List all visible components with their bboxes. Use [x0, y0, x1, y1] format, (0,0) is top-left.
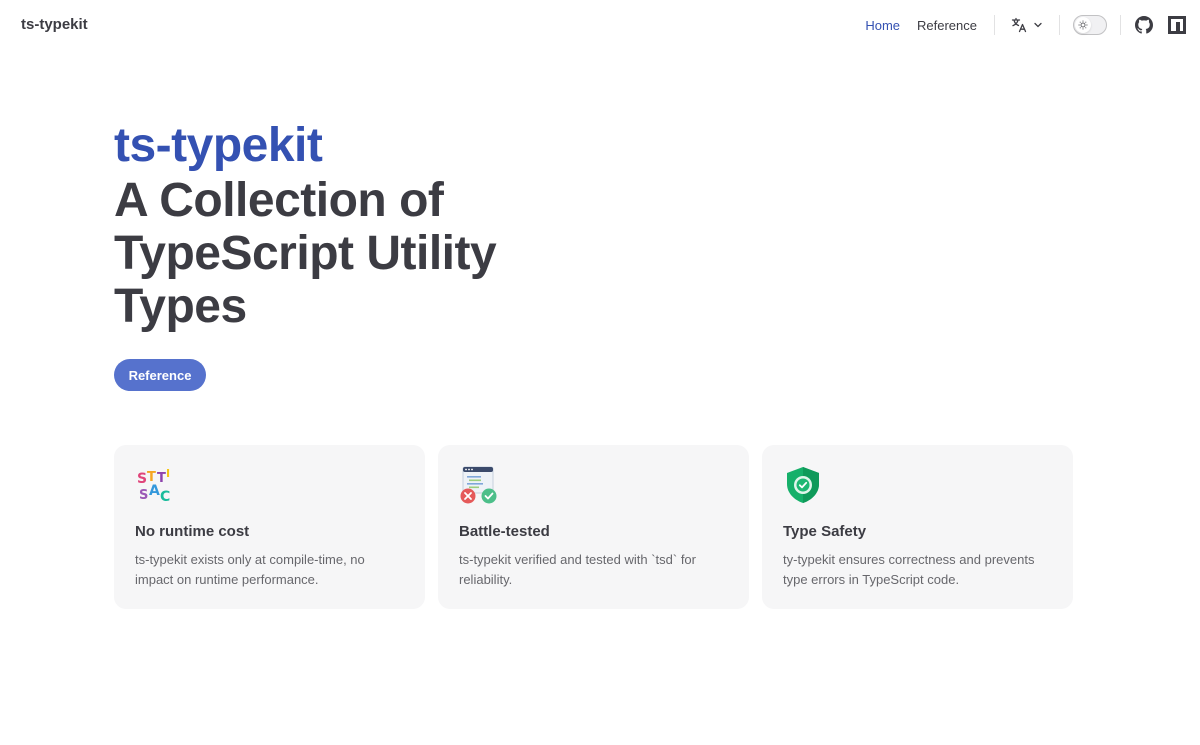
chevron-down-icon: [1033, 20, 1043, 30]
feature-card: Type Safety ty-typekit ensures correctne…: [762, 445, 1073, 609]
feature-card: S T T I S A C No runtime cost ts-typekit…: [114, 445, 425, 609]
hero-tagline-line-2: TypeScript Utility: [114, 227, 497, 280]
sun-icon: [1075, 17, 1091, 33]
theme-switch[interactable]: [1073, 15, 1107, 35]
reference-button[interactable]: Reference: [114, 359, 206, 391]
feature-details: ty-typekit ensures correctness and preve…: [783, 552, 1035, 587]
static-letters-icon: S T T I S A C: [135, 465, 175, 505]
svg-text:S: S: [137, 471, 147, 487]
nav-link-reference[interactable]: Reference: [917, 18, 977, 33]
top-navbar: ts-typekit Home Reference: [0, 0, 1200, 50]
test-results-icon: [459, 465, 499, 505]
feature-title: Type Safety: [783, 523, 867, 540]
social-links: [1134, 15, 1200, 35]
site-title[interactable]: ts-typekit: [21, 16, 88, 33]
svg-text:S: S: [139, 488, 148, 503]
nav-divider: [994, 15, 995, 35]
feature-card: Battle-tested ts-typekit verified and te…: [438, 445, 749, 609]
hero-tagline-line-3: Types: [114, 280, 247, 333]
feature-details: ts-typekit verified and tested with `tsd…: [459, 552, 696, 587]
feature-title: Battle-tested: [459, 523, 550, 540]
github-icon[interactable]: [1134, 15, 1154, 35]
svg-text:A: A: [149, 483, 160, 499]
shield-check-icon: [783, 465, 823, 505]
translate-icon: [1011, 17, 1027, 33]
nav-divider: [1059, 15, 1060, 35]
nav-divider: [1120, 15, 1121, 35]
language-menu-button[interactable]: [1011, 17, 1043, 33]
svg-text:I: I: [166, 467, 170, 480]
feature-details: ts-typekit exists only at compile-time, …: [135, 552, 365, 587]
npm-icon[interactable]: [1167, 15, 1187, 35]
hero: ts-typekit A Collection of TypeScript Ut…: [114, 118, 534, 333]
features: S T T I S A C No runtime cost ts-typekit…: [114, 445, 1073, 609]
nav-link-home[interactable]: Home: [865, 18, 900, 33]
hero-name: ts-typekit: [114, 119, 323, 172]
hero-tagline-line-1: A Collection of: [114, 174, 444, 227]
svg-text:C: C: [160, 489, 170, 505]
feature-title: No runtime cost: [135, 523, 250, 540]
nav-right: Home Reference: [865, 0, 1200, 50]
